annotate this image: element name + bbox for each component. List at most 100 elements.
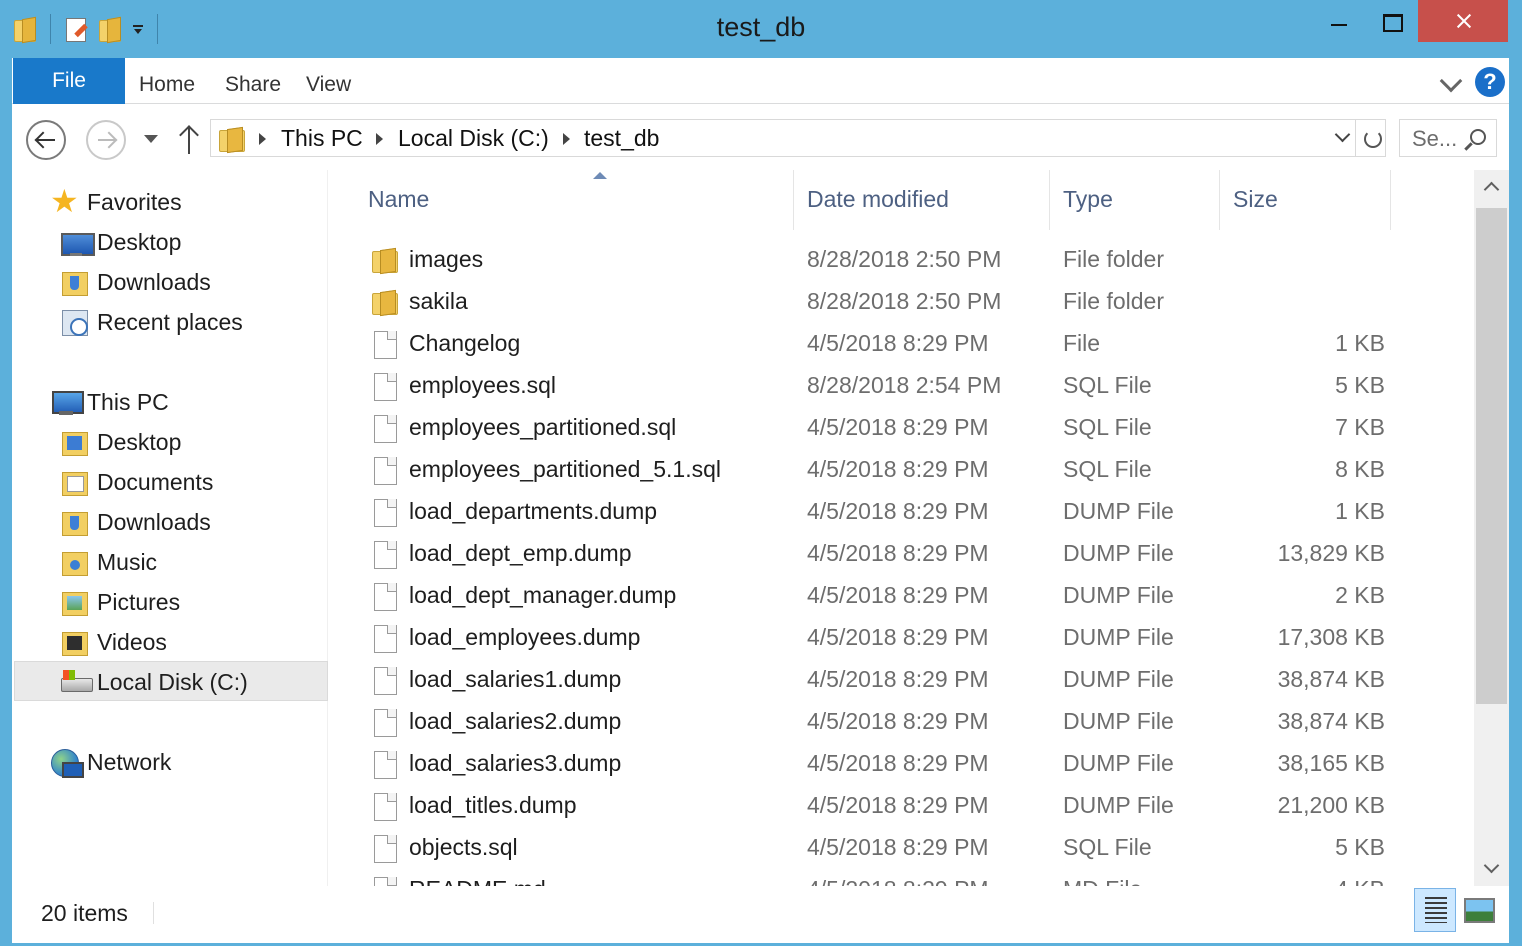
- back-button[interactable]: [26, 120, 66, 160]
- navigation-pane: Favorites Desktop Downloads Recent place…: [12, 170, 328, 886]
- file-row[interactable]: load_employees.dump 4/5/2018 8:29 PM DUM…: [330, 616, 1474, 658]
- file-date: 4/5/2018 8:29 PM: [807, 876, 989, 886]
- desktop-folder-icon: [60, 428, 90, 456]
- maximize-button[interactable]: [1366, 0, 1414, 42]
- chevron-right-icon[interactable]: [376, 133, 383, 145]
- nav-favorites[interactable]: Favorites: [12, 182, 326, 222]
- file-row[interactable]: images 8/28/2018 2:50 PM File folder: [330, 238, 1474, 280]
- file-type: DUMP File: [1063, 582, 1174, 608]
- file-row[interactable]: README.md 4/5/2018 8:29 PM MD File 4 KB: [330, 868, 1474, 886]
- vertical-scrollbar[interactable]: [1474, 170, 1509, 886]
- file-row[interactable]: load_salaries2.dump 4/5/2018 8:29 PM DUM…: [330, 700, 1474, 742]
- file-date: 4/5/2018 8:29 PM: [807, 666, 989, 692]
- item-count: 20 items: [41, 900, 128, 926]
- address-history-dropdown[interactable]: [1335, 129, 1349, 143]
- downloads-folder-icon: [60, 508, 90, 536]
- file-row[interactable]: employees_partitioned.sql 4/5/2018 8:29 …: [330, 406, 1474, 448]
- column-header-size[interactable]: Size: [1221, 170, 1391, 230]
- breadcrumb-test-db[interactable]: test_db: [584, 125, 659, 152]
- file-row[interactable]: load_dept_emp.dump 4/5/2018 8:29 PM DUMP…: [330, 532, 1474, 574]
- nav-pc-local-disk[interactable]: Local Disk (C:): [14, 661, 328, 701]
- refresh-icon[interactable]: [1355, 120, 1387, 156]
- file-type: File: [1063, 330, 1101, 356]
- file-size: 8 KB: [1335, 456, 1385, 482]
- file-icon: [372, 540, 398, 569]
- nav-pc-downloads[interactable]: Downloads: [12, 502, 326, 542]
- nav-label: Desktop: [97, 429, 182, 455]
- file-type: MD File: [1063, 876, 1142, 886]
- breadcrumb-local-disk[interactable]: Local Disk (C:): [398, 125, 549, 152]
- up-button[interactable]: [178, 122, 200, 156]
- scrollbar-thumb[interactable]: [1476, 208, 1507, 704]
- file-row[interactable]: load_titles.dump 4/5/2018 8:29 PM DUMP F…: [330, 784, 1474, 826]
- chevron-right-icon[interactable]: [563, 133, 570, 145]
- file-date: 8/28/2018 2:50 PM: [807, 288, 1002, 314]
- address-bar[interactable]: This PC Local Disk (C:) test_db: [210, 119, 1386, 157]
- file-name: load_titles.dump: [409, 792, 577, 818]
- tab-file[interactable]: File: [13, 58, 125, 104]
- file-icon: [372, 876, 398, 886]
- scroll-down-icon[interactable]: [1483, 857, 1500, 874]
- file-type: DUMP File: [1063, 750, 1174, 776]
- scroll-up-icon[interactable]: [1483, 181, 1500, 198]
- breadcrumb-this-pc[interactable]: This PC: [281, 125, 363, 152]
- tab-home[interactable]: Home: [139, 73, 195, 97]
- large-icons-view-icon[interactable]: [1462, 894, 1495, 924]
- search-box[interactable]: Se...: [1399, 119, 1497, 157]
- details-view-icon[interactable]: [1414, 888, 1456, 932]
- file-name: README.md: [409, 876, 546, 886]
- file-type: DUMP File: [1063, 708, 1174, 734]
- file-row[interactable]: load_dept_manager.dump 4/5/2018 8:29 PM …: [330, 574, 1474, 616]
- help-icon[interactable]: ?: [1475, 67, 1505, 97]
- file-icon: [372, 330, 398, 359]
- tab-view[interactable]: View: [306, 73, 351, 97]
- file-row[interactable]: load_salaries1.dump 4/5/2018 8:29 PM DUM…: [330, 658, 1474, 700]
- nav-pc-documents[interactable]: Documents: [12, 462, 326, 502]
- tab-share[interactable]: Share: [225, 73, 281, 97]
- nav-favorites-desktop[interactable]: Desktop: [12, 222, 326, 262]
- nav-pc-videos[interactable]: Videos: [12, 622, 326, 662]
- file-row[interactable]: load_departments.dump 4/5/2018 8:29 PM D…: [330, 490, 1474, 532]
- minimize-button[interactable]: [1316, 0, 1364, 42]
- file-size: 13,829 KB: [1277, 540, 1385, 566]
- chevron-right-icon[interactable]: [259, 133, 266, 145]
- nav-pc-desktop[interactable]: Desktop: [12, 422, 326, 462]
- file-row[interactable]: load_salaries3.dump 4/5/2018 8:29 PM DUM…: [330, 742, 1474, 784]
- file-type: DUMP File: [1063, 498, 1174, 524]
- file-size: 21,200 KB: [1277, 792, 1385, 818]
- file-date: 4/5/2018 8:29 PM: [807, 330, 989, 356]
- search-icon[interactable]: [1464, 128, 1486, 150]
- nav-favorites-recent-places[interactable]: Recent places: [12, 302, 326, 342]
- file-row[interactable]: objects.sql 4/5/2018 8:29 PM SQL File 5 …: [330, 826, 1474, 868]
- nav-network[interactable]: Network: [12, 742, 326, 782]
- file-row[interactable]: employees.sql 8/28/2018 2:54 PM SQL File…: [330, 364, 1474, 406]
- file-size: 5 KB: [1335, 372, 1385, 398]
- nav-label: This PC: [87, 389, 169, 415]
- file-date: 4/5/2018 8:29 PM: [807, 498, 989, 524]
- file-icon: [372, 582, 398, 611]
- column-header-date-modified[interactable]: Date modified: [795, 170, 1050, 230]
- forward-button[interactable]: [86, 120, 126, 160]
- file-row[interactable]: employees_partitioned_5.1.sql 4/5/2018 8…: [330, 448, 1474, 490]
- file-row[interactable]: sakila 8/28/2018 2:50 PM File folder: [330, 280, 1474, 322]
- file-name: load_salaries2.dump: [409, 708, 622, 734]
- file-date: 4/5/2018 8:29 PM: [807, 792, 989, 818]
- recent-locations-dropdown[interactable]: [144, 135, 158, 143]
- file-list: Name Date modified Type Size images 8/28…: [330, 170, 1474, 886]
- file-size: 38,874 KB: [1277, 708, 1385, 734]
- file-row[interactable]: Changelog 4/5/2018 8:29 PM File 1 KB: [330, 322, 1474, 364]
- column-header-type[interactable]: Type: [1051, 170, 1220, 230]
- expand-ribbon-icon[interactable]: [1439, 72, 1463, 90]
- column-label: Type: [1063, 186, 1113, 212]
- file-icon: [372, 414, 398, 443]
- file-size: 1 KB: [1335, 498, 1385, 524]
- nav-pc-music[interactable]: Music: [12, 542, 326, 582]
- close-button[interactable]: [1418, 0, 1508, 42]
- nav-favorites-downloads[interactable]: Downloads: [12, 262, 326, 302]
- column-header-name[interactable]: Name: [356, 170, 794, 230]
- nav-pc-pictures[interactable]: Pictures: [12, 582, 326, 622]
- file-icon: [372, 456, 398, 485]
- explorer-window: File Home Share View ? This PC Local Dis…: [12, 58, 1509, 943]
- nav-this-pc[interactable]: This PC: [12, 382, 326, 422]
- sort-ascending-icon: [593, 172, 607, 179]
